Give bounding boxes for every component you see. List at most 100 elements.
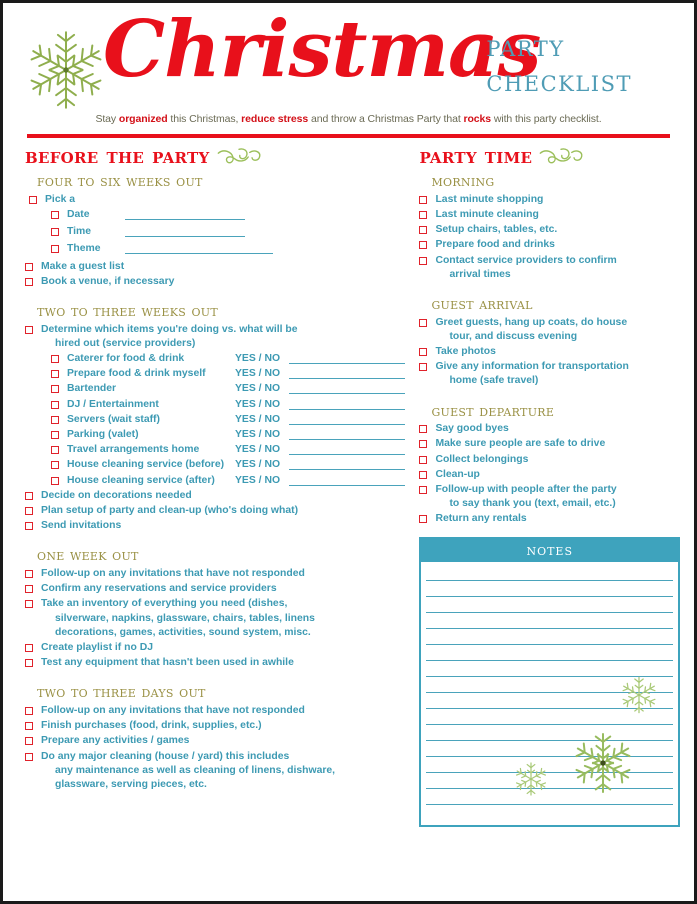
checklist-item[interactable]: Take an inventory of everything you need… <box>25 597 405 640</box>
notes-line[interactable] <box>426 741 673 757</box>
checklist-item[interactable]: Say good byes <box>419 422 680 436</box>
checkbox-icon[interactable] <box>25 585 33 594</box>
yesno-row[interactable]: Bartender YES / NO <box>25 382 406 396</box>
notes-line[interactable] <box>426 661 673 677</box>
checklist-item-fill[interactable]: Theme <box>25 242 405 256</box>
checklist-item-fill[interactable]: Date <box>25 208 405 222</box>
checklist-item[interactable]: Return any rentals <box>419 512 680 526</box>
checkbox-icon[interactable] <box>51 461 59 470</box>
checkbox-icon[interactable] <box>419 470 428 479</box>
checklist-item[interactable]: Make sure people are safe to drive <box>419 437 680 451</box>
notes-line[interactable] <box>426 693 673 709</box>
checkbox-icon[interactable] <box>419 195 428 204</box>
yesno-row[interactable]: Servers (wait staff) YES / NO <box>25 413 406 427</box>
notes-line[interactable] <box>426 725 673 741</box>
checkbox-icon[interactable] <box>419 241 428 250</box>
checklist-item[interactable]: Make a guest list <box>25 260 405 274</box>
yesno-choice[interactable]: YES / NO <box>235 352 285 366</box>
checkbox-icon[interactable] <box>51 385 59 394</box>
checkbox-icon[interactable] <box>419 485 428 494</box>
yesno-choice[interactable]: YES / NO <box>235 474 285 488</box>
checklist-item[interactable]: Prepare food and drinks <box>419 238 680 252</box>
checkbox-icon[interactable] <box>419 515 428 524</box>
checkbox-icon[interactable] <box>25 737 33 746</box>
yesno-row[interactable]: House cleaning service (before) YES / NO <box>25 458 406 472</box>
checklist-item[interactable]: Prepare any activities / games <box>25 734 405 748</box>
checklist-item[interactable]: Pick a <box>25 193 405 207</box>
checklist-item[interactable]: Book a venue, if necessary <box>25 275 405 289</box>
yesno-row[interactable]: Caterer for food & drink YES / NO <box>25 352 406 366</box>
write-in-line[interactable] <box>289 362 406 364</box>
checkbox-icon[interactable] <box>25 506 33 515</box>
yesno-row[interactable]: Travel arrangements home YES / NO <box>25 443 406 457</box>
checklist-item[interactable]: Do any major cleaning (house / yard) thi… <box>25 750 405 793</box>
notes-line[interactable] <box>426 581 673 597</box>
checkbox-icon[interactable] <box>419 226 428 235</box>
yesno-row[interactable]: DJ / Entertainment YES / NO <box>25 398 406 412</box>
checklist-item-fill[interactable]: Time <box>25 225 405 239</box>
notes-line[interactable] <box>426 709 673 725</box>
notes-line[interactable] <box>426 645 673 661</box>
notes-line[interactable] <box>426 757 673 773</box>
write-in-line[interactable] <box>289 484 406 486</box>
write-in-line[interactable] <box>125 242 273 255</box>
checkbox-icon[interactable] <box>25 752 33 761</box>
checklist-item[interactable]: Follow-up on any invitations that have n… <box>25 704 405 718</box>
yesno-choice[interactable]: YES / NO <box>235 398 285 412</box>
checkbox-icon[interactable] <box>29 195 37 204</box>
checklist-item[interactable]: Give any information for transportation … <box>419 360 680 388</box>
notes-line[interactable] <box>426 805 673 821</box>
checkbox-icon[interactable] <box>419 455 428 464</box>
checklist-item[interactable]: Last minute shopping <box>419 193 680 207</box>
write-in-line[interactable] <box>289 408 406 410</box>
checkbox-icon[interactable] <box>25 262 33 271</box>
checkbox-icon[interactable] <box>25 569 33 578</box>
checklist-item[interactable]: Follow-up with people after the party to… <box>419 483 680 511</box>
checkbox-icon[interactable] <box>25 522 33 531</box>
notes-lines[interactable] <box>421 562 678 825</box>
yesno-choice[interactable]: YES / NO <box>235 367 285 381</box>
checklist-item[interactable]: Contact service providers to confirm arr… <box>419 254 680 282</box>
write-in-line[interactable] <box>289 438 406 440</box>
checklist-item[interactable]: Determine which items you're doing vs. w… <box>25 323 405 351</box>
checkbox-icon[interactable] <box>25 325 33 334</box>
checkbox-icon[interactable] <box>419 318 428 327</box>
checkbox-icon[interactable] <box>25 600 33 609</box>
yesno-row[interactable]: Parking (valet) YES / NO <box>25 428 406 442</box>
yesno-choice[interactable]: YES / NO <box>235 413 285 427</box>
notes-line[interactable] <box>426 597 673 613</box>
checkbox-icon[interactable] <box>419 440 428 449</box>
checkbox-icon[interactable] <box>25 722 33 731</box>
checkbox-icon[interactable] <box>51 370 59 379</box>
checkbox-icon[interactable] <box>25 659 33 668</box>
notes-line[interactable] <box>426 613 673 629</box>
yesno-choice[interactable]: YES / NO <box>235 443 285 457</box>
checkbox-icon[interactable] <box>25 706 33 715</box>
write-in-line[interactable] <box>289 378 406 380</box>
checklist-item[interactable]: Plan setup of party and clean-up (who's … <box>25 504 405 518</box>
checklist-item[interactable]: Test any equipment that hasn't been used… <box>25 656 405 670</box>
write-in-line[interactable] <box>289 423 406 425</box>
yesno-choice[interactable]: YES / NO <box>235 458 285 472</box>
yesno-choice[interactable]: YES / NO <box>235 428 285 442</box>
checklist-item[interactable]: Clean-up <box>419 468 680 482</box>
yesno-choice[interactable]: YES / NO <box>235 382 285 396</box>
yesno-row[interactable]: House cleaning service (after) YES / NO <box>25 474 406 488</box>
notes-line[interactable] <box>426 773 673 789</box>
checkbox-icon[interactable] <box>419 347 428 356</box>
checklist-item[interactable]: Take photos <box>419 345 680 359</box>
checklist-item[interactable]: Collect belongings <box>419 453 680 467</box>
checkbox-icon[interactable] <box>25 491 33 500</box>
write-in-line[interactable] <box>125 225 245 238</box>
write-in-line[interactable] <box>125 208 245 220</box>
checklist-item[interactable]: Finish purchases (food, drink, supplies,… <box>25 719 405 733</box>
checkbox-icon[interactable] <box>51 430 59 439</box>
notes-line[interactable] <box>426 677 673 693</box>
checkbox-icon[interactable] <box>51 228 59 237</box>
notes-line[interactable] <box>426 629 673 645</box>
checklist-item[interactable]: Follow-up on any invitations that have n… <box>25 567 405 581</box>
checklist-item[interactable]: Decide on decorations needed <box>25 489 405 503</box>
checkbox-icon[interactable] <box>25 643 33 652</box>
checkbox-icon[interactable] <box>51 400 59 409</box>
checklist-item[interactable]: Greet guests, hang up coats, do house to… <box>419 316 680 344</box>
